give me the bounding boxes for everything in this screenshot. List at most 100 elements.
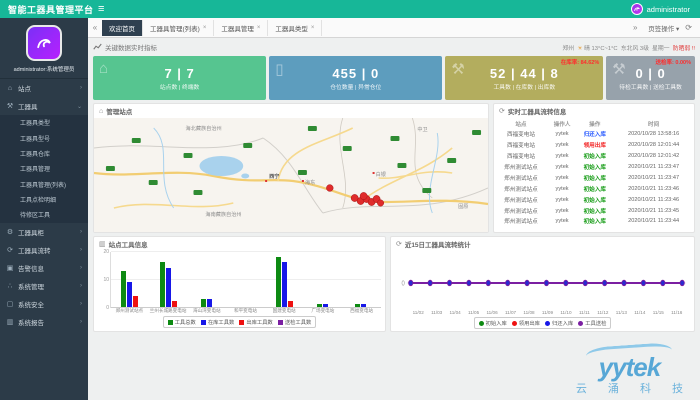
gear-icon: ⚙ [6, 228, 14, 236]
bar-工具总数 [276, 257, 281, 307]
flow-site: 郑州测试站点 [494, 183, 548, 194]
bar-工具总数 [160, 262, 165, 307]
flow-op: 初始入库 [576, 205, 613, 216]
legend-item[interactable]: 归还入库 [545, 319, 573, 327]
bank-icon: ⌂ [99, 60, 108, 77]
sidebar-item-0[interactable]: ⌂站点› [0, 79, 88, 97]
sidebar-item-3[interactable]: ⟳工器具流转› [0, 241, 88, 259]
flow-user: yytek [548, 140, 576, 151]
legend-item[interactable]: 送检工具数 [278, 318, 312, 326]
bar-工具总数 [355, 304, 360, 307]
bar-x-label: 西福变电站 [342, 308, 381, 314]
flow-op: 初始入库 [576, 216, 613, 227]
bar-ytick: 10 [99, 277, 109, 283]
profile-avatar[interactable] [26, 25, 62, 61]
bar-x-label: 海山湾变电站 [187, 308, 226, 314]
line-panel-header: ⟳ 近15日工器具流转统计 [391, 237, 694, 251]
legend-label: 工具总数 [175, 318, 196, 326]
legend-swatch [512, 321, 517, 326]
refresh-icon[interactable]: ⟳ [499, 107, 505, 115]
legend-item[interactable]: 在库工具数 [201, 318, 235, 326]
bar-工具总数 [317, 304, 322, 307]
sidebar-subitem-6[interactable]: 待修区工具 [0, 207, 88, 222]
bar-group [304, 252, 343, 308]
tab-close-icon[interactable]: × [257, 25, 261, 31]
legend-swatch [545, 321, 550, 326]
tab-item-3[interactable]: 工器具类型× [268, 20, 322, 36]
bar-x-label: 郑州测试站点 [110, 308, 149, 314]
cabinet-icon: ▯ [275, 60, 283, 78]
flow-time: 2020/10/28 12:01:42 [613, 151, 694, 162]
line-panel-title: 近15日工器具流转统计 [405, 239, 471, 249]
kpi-value: 455 | 0 [275, 66, 436, 81]
sidebar-item-6[interactable]: ▢系统安全› [0, 295, 88, 313]
tab-close-icon[interactable]: × [311, 25, 315, 31]
monitor-icon: ▢ [6, 300, 14, 308]
map-label-haibei: 海北藏族自治州 [186, 124, 222, 132]
sidebar-subitem-0[interactable]: 工器具类型 [0, 115, 88, 130]
legend-swatch [201, 320, 206, 325]
sidebar-item-7[interactable]: ▥系统报告› [0, 313, 88, 331]
sidebar-item-label: 站点 [18, 83, 31, 93]
bar-panel-title: 站点工具信息 [109, 239, 148, 249]
flow-user: yytek [548, 205, 576, 216]
kpi-card-1: ▯455 | 0仓位数量 | 异常仓位 [269, 56, 442, 100]
flow-site: 郑州测试站点 [494, 205, 548, 216]
bar-chart-panel: ▥ 站点工具信息 01020 郑州测试站点兰州长城路变电站海山湾变电站和平变电站… [93, 236, 386, 332]
flow-time: 2020/10/21 11:23:46 [613, 183, 694, 194]
sidebar-item-5[interactable]: ∴系统管理› [0, 277, 88, 295]
line-x-label: 11/09 [538, 310, 556, 315]
flow-site: 郑州测试站点 [494, 162, 548, 173]
tab-label: 工器具管理 [221, 23, 254, 33]
flow-op: 领用出库 [576, 140, 613, 151]
hamburger-menu-icon[interactable]: ≡ [98, 3, 104, 15]
bar-group [111, 252, 150, 308]
tab-item-2[interactable]: 工器具管理× [214, 20, 268, 36]
tab-home[interactable]: 欢迎首页 [102, 20, 143, 36]
tabs-scroll-right-icon[interactable]: » [628, 23, 642, 32]
bar-x-label: 和平变电站 [226, 308, 265, 314]
swirl-icon [633, 5, 641, 13]
sidebar-item-1[interactable]: ⚒工器具⌄ [0, 97, 88, 115]
tab-operations-dropdown[interactable]: 页签操作 ▾ [648, 23, 679, 33]
tab-bar: « 欢迎首页工器具管理(列表)×工器具管理×工器具类型× » 页签操作 ▾ ⟳ [88, 18, 700, 38]
legend-item[interactable]: 工具送检 [578, 319, 606, 327]
map-label-hainanzang: 海南藏族自治州 [205, 210, 241, 218]
tabs-scroll-left-icon[interactable]: « [88, 23, 102, 32]
flow-op: 初始入库 [576, 173, 613, 184]
tab-refresh-icon[interactable]: ⟳ [685, 23, 692, 32]
bar-chart-legend[interactable]: 工具总数在库工具数出库工具数 送检工具数 [163, 316, 317, 328]
kpi-label: 仓位数量 | 异常仓位 [275, 82, 436, 91]
legend-label: 送检工具数 [285, 318, 312, 326]
legend-item[interactable]: 出库工具数 [239, 318, 273, 326]
line-chart-legend[interactable]: 初始入库领用出库归还入库工具送检 [474, 317, 612, 329]
tab-close-icon[interactable]: × [203, 25, 207, 31]
table-row: 郑州测试站点yytek初始入库2020/10/21 11:23:47 [494, 173, 694, 184]
flow-panel: ⟳ 实时工器具流转信息 站点操作人操作时间 西福变电站yytek归还入库2020… [493, 103, 695, 233]
tab-item-1[interactable]: 工器具管理(列表)× [143, 20, 214, 36]
image-icon: ▣ [6, 264, 14, 272]
legend-item[interactable]: 领用出库 [512, 319, 540, 327]
bar-chart-x-labels: 郑州测试站点兰州长城路变电站海山湾变电站和平变电站国建变电站广场变电站西福变电站 [110, 308, 381, 314]
refresh-icon[interactable]: ⟳ [396, 240, 402, 248]
sidebar-subitem-1[interactable]: 工器具型号 [0, 130, 88, 145]
legend-item[interactable]: 初始入库 [479, 319, 507, 327]
station-map[interactable]: 海北藏族自治州 西宁 海东 白银 中卫 海南藏族自治州 固原 [94, 118, 488, 232]
legend-item[interactable]: 工具总数 [168, 318, 196, 326]
sidebar-subitem-5[interactable]: 工具点检明细 [0, 192, 88, 207]
sidebar-item-4[interactable]: ▣告警信息› [0, 259, 88, 277]
tab-label: 工器具管理(列表) [150, 23, 200, 33]
flow-col-header: 操作 [576, 118, 613, 129]
sidebar-subitem-2[interactable]: 工器具仓库 [0, 146, 88, 161]
sidebar-subitem-4[interactable]: 工器具管理(列表) [0, 177, 88, 192]
sidebar-subitem-3[interactable]: 工器具管理 [0, 161, 88, 176]
bar-x-label: 兰州长城路变电站 [149, 308, 188, 314]
bar-在库工具数 [361, 304, 366, 307]
user-menu[interactable]: administrator [631, 3, 700, 15]
line-x-label: 11/16 [668, 310, 686, 315]
tabs-strip: 欢迎首页工器具管理(列表)×工器具管理×工器具类型× [102, 20, 322, 36]
kpi-label: 待检工具数 | 送检工具数 [612, 82, 689, 91]
sidebar-item-2[interactable]: ⚙工器具柜› [0, 223, 88, 241]
sidebar-item-label: 工器具 [18, 101, 38, 111]
table-row: 郑州测试站点yytek初始入库2020/10/21 11:23:47 [494, 162, 694, 173]
